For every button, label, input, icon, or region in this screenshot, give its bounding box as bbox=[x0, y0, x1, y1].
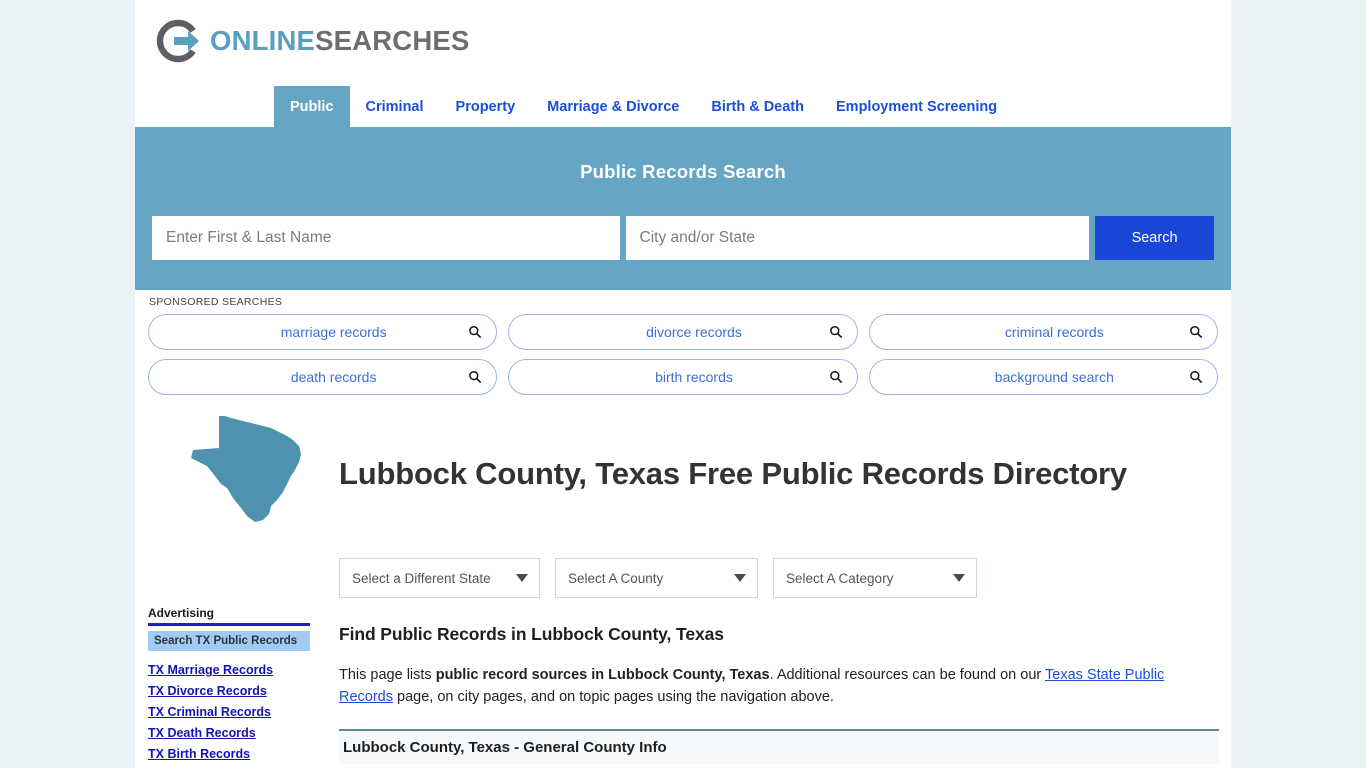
sponsored-pill-label: death records bbox=[290, 369, 377, 385]
main-content: Find Public Records in Lubbock County, T… bbox=[339, 624, 1219, 764]
sponsored-pill-criminal-records[interactable]: criminal records bbox=[868, 314, 1218, 350]
nav-item-public[interactable]: Public bbox=[274, 86, 350, 127]
nav-item-property[interactable]: Property bbox=[440, 86, 532, 127]
content-frame: ONLINESEARCHES Public Criminal Property … bbox=[135, 0, 1231, 768]
logo-wordmark: ONLINESEARCHES bbox=[210, 27, 470, 55]
sidebar-link-tx-divorce-records[interactable]: TX Divorce Records bbox=[148, 681, 310, 702]
name-search-input[interactable] bbox=[152, 216, 620, 260]
sponsored-pill-label: birth records bbox=[655, 369, 733, 385]
nav-item-employment-screening[interactable]: Employment Screening bbox=[820, 86, 1013, 127]
sponsored-pill-marriage-records[interactable]: marriage records bbox=[148, 314, 498, 350]
advertising-sidebar: Advertising Search TX Public Records TX … bbox=[148, 606, 310, 765]
sponsored-pill-label: background search bbox=[994, 369, 1114, 385]
magnifier-icon bbox=[1189, 325, 1203, 339]
logo-word-online: ONLINE bbox=[210, 25, 316, 57]
general-county-info-heading: Lubbock County, Texas - General County I… bbox=[339, 731, 1219, 764]
logo-word-searches: SEARCHES bbox=[315, 25, 470, 57]
sponsored-pill-divorce-records[interactable]: divorce records bbox=[508, 314, 858, 350]
nav-item-birth-death[interactable]: Birth & Death bbox=[695, 86, 820, 127]
sponsored-pill-label: criminal records bbox=[1004, 324, 1104, 340]
intro-paragraph: This page lists public record sources in… bbox=[339, 664, 1219, 708]
search-band-title: Public Records Search bbox=[580, 161, 786, 182]
sidebar-link-tx-criminal-records[interactable]: TX Criminal Records bbox=[148, 702, 310, 723]
sponsored-searches-grid: marriage records divorce records crimina… bbox=[148, 314, 1218, 395]
site-logo[interactable]: ONLINESEARCHES bbox=[155, 16, 470, 66]
para-lead: This page lists bbox=[339, 667, 436, 683]
filter-selectors: Select a Different State Select A County… bbox=[339, 558, 977, 598]
page-root: ONLINESEARCHES Public Criminal Property … bbox=[0, 0, 1366, 768]
public-records-search-band: Public Records Search Search bbox=[135, 127, 1231, 290]
magnifier-icon bbox=[829, 325, 843, 339]
para-tail: page, on city pages, and on topic pages … bbox=[393, 689, 834, 705]
ad-heading: Search TX Public Records bbox=[148, 631, 310, 651]
magnifier-icon bbox=[468, 325, 482, 339]
search-form: Search bbox=[152, 216, 1214, 260]
para-bold: public record sources in Lubbock County,… bbox=[435, 667, 770, 683]
location-search-input[interactable] bbox=[625, 216, 1090, 260]
category-select[interactable]: Select A Category bbox=[773, 558, 977, 598]
texas-state-outline-icon bbox=[183, 414, 315, 526]
magnifier-icon bbox=[1189, 370, 1203, 384]
sponsored-searches-label: SPONSORED SEARCHES bbox=[149, 296, 283, 308]
chevron-down-icon bbox=[953, 574, 965, 582]
sponsored-pill-label: divorce records bbox=[646, 324, 742, 340]
advertising-label: Advertising bbox=[148, 606, 310, 626]
state-select-label: Select a Different State bbox=[352, 570, 491, 586]
county-select[interactable]: Select A County bbox=[555, 558, 758, 598]
chevron-down-icon bbox=[516, 574, 528, 582]
sponsored-pill-label: marriage records bbox=[280, 324, 387, 340]
sponsored-pill-birth-records[interactable]: birth records bbox=[508, 359, 858, 395]
online-searches-logo-icon bbox=[155, 18, 201, 64]
nav-item-criminal[interactable]: Criminal bbox=[350, 86, 440, 127]
sidebar-link-tx-birth-records[interactable]: TX Birth Records bbox=[148, 744, 310, 765]
magnifier-icon bbox=[829, 370, 843, 384]
page-title: Lubbock County, Texas Free Public Record… bbox=[339, 455, 1127, 491]
sidebar-link-tx-marriage-records[interactable]: TX Marriage Records bbox=[148, 660, 310, 681]
nav-item-marriage-divorce[interactable]: Marriage & Divorce bbox=[531, 86, 695, 127]
magnifier-icon bbox=[468, 370, 482, 384]
search-submit-button[interactable]: Search bbox=[1095, 216, 1214, 260]
state-select[interactable]: Select a Different State bbox=[339, 558, 540, 598]
sponsored-pill-death-records[interactable]: death records bbox=[148, 359, 498, 395]
category-select-label: Select A Category bbox=[786, 570, 894, 586]
para-mid: . Additional resources can be found on o… bbox=[769, 667, 1045, 683]
sidebar-link-tx-death-records[interactable]: TX Death Records bbox=[148, 723, 310, 744]
chevron-down-icon bbox=[734, 574, 746, 582]
primary-navigation: Public Criminal Property Marriage & Divo… bbox=[135, 86, 1231, 127]
sponsored-pill-background-search[interactable]: background search bbox=[868, 359, 1218, 395]
sponsored-searches-section: SPONSORED SEARCHES marriage records divo… bbox=[148, 296, 1218, 395]
section-heading: Find Public Records in Lubbock County, T… bbox=[339, 624, 724, 644]
county-select-label: Select A County bbox=[568, 570, 664, 586]
